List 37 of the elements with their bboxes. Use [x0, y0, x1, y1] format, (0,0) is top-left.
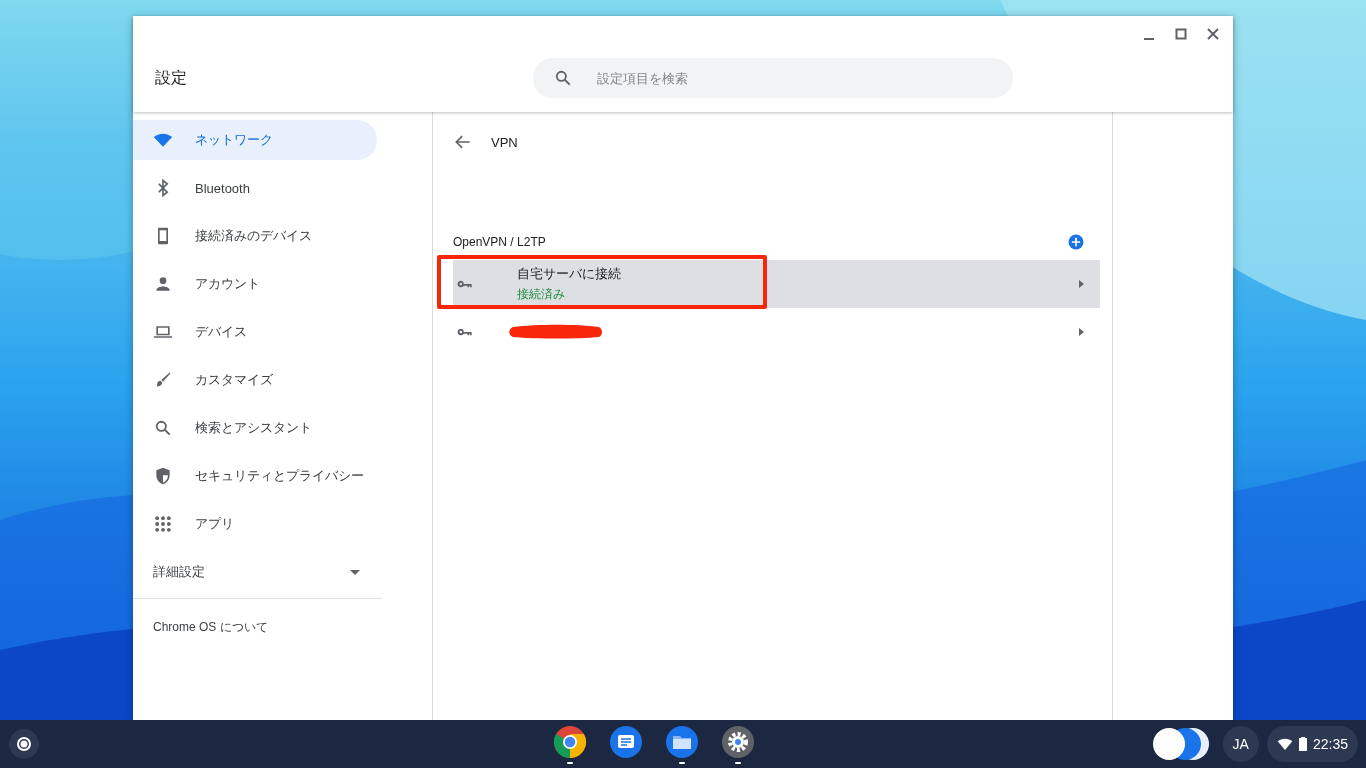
- gear-app-icon[interactable]: [721, 724, 756, 759]
- sidebar-link[interactable]: Chrome OS について: [133, 605, 432, 650]
- ime-indicator[interactable]: JA: [1222, 726, 1259, 762]
- sidebar-item[interactable]: デバイス: [133, 312, 377, 352]
- messages-app-icon[interactable]: [609, 724, 644, 759]
- vpn-row[interactable]: 自宅サーバに接続 接続済み: [453, 260, 1100, 308]
- arrow-right-icon: [1076, 327, 1086, 337]
- advanced-menu-item[interactable]: 詳細設定: [133, 552, 363, 592]
- launcher-icon[interactable]: [8, 728, 40, 760]
- search-icon: [553, 68, 573, 88]
- vpn-name: 自宅サーバに接続: [517, 265, 622, 283]
- arrow-right-icon: [1076, 279, 1086, 289]
- section-label: OpenVPN / L2TP: [453, 235, 546, 249]
- sidebar-item[interactable]: カスタマイズ: [133, 360, 377, 400]
- clock-time: 22:35: [1312, 736, 1348, 752]
- apps-grid-icon: [153, 514, 173, 534]
- folder-app-icon[interactable]: [665, 724, 700, 759]
- window-title: 設定: [154, 67, 188, 88]
- battery-icon: [1298, 737, 1307, 751]
- page-title: VPN: [491, 134, 518, 150]
- shield-icon: [153, 466, 173, 486]
- search-icon: [153, 418, 173, 438]
- sidebar-item[interactable]: 接続済みのデバイス: [133, 216, 377, 256]
- status-tray[interactable]: 22:35: [1266, 726, 1358, 762]
- browser-app-icon[interactable]: [553, 724, 588, 759]
- sidebar-item[interactable]: アプリ: [133, 504, 377, 544]
- sidebar-item[interactable]: 検索とアシスタント: [133, 408, 377, 448]
- sidebar-item[interactable]: セキュリティとプライバシー: [133, 456, 377, 496]
- add-icon[interactable]: [1066, 232, 1086, 252]
- person-icon: [153, 274, 173, 294]
- wifi-icon: [1276, 737, 1293, 751]
- search-field[interactable]: 設定項目を検索: [533, 58, 1013, 98]
- sidebar-item[interactable]: Bluetooth: [133, 168, 377, 208]
- brush-icon: [153, 370, 173, 390]
- vpn-status: 接続済み: [517, 286, 566, 303]
- sidebar-item[interactable]: アカウント: [133, 264, 377, 304]
- sidebar-item[interactable]: ネットワーク: [133, 120, 377, 160]
